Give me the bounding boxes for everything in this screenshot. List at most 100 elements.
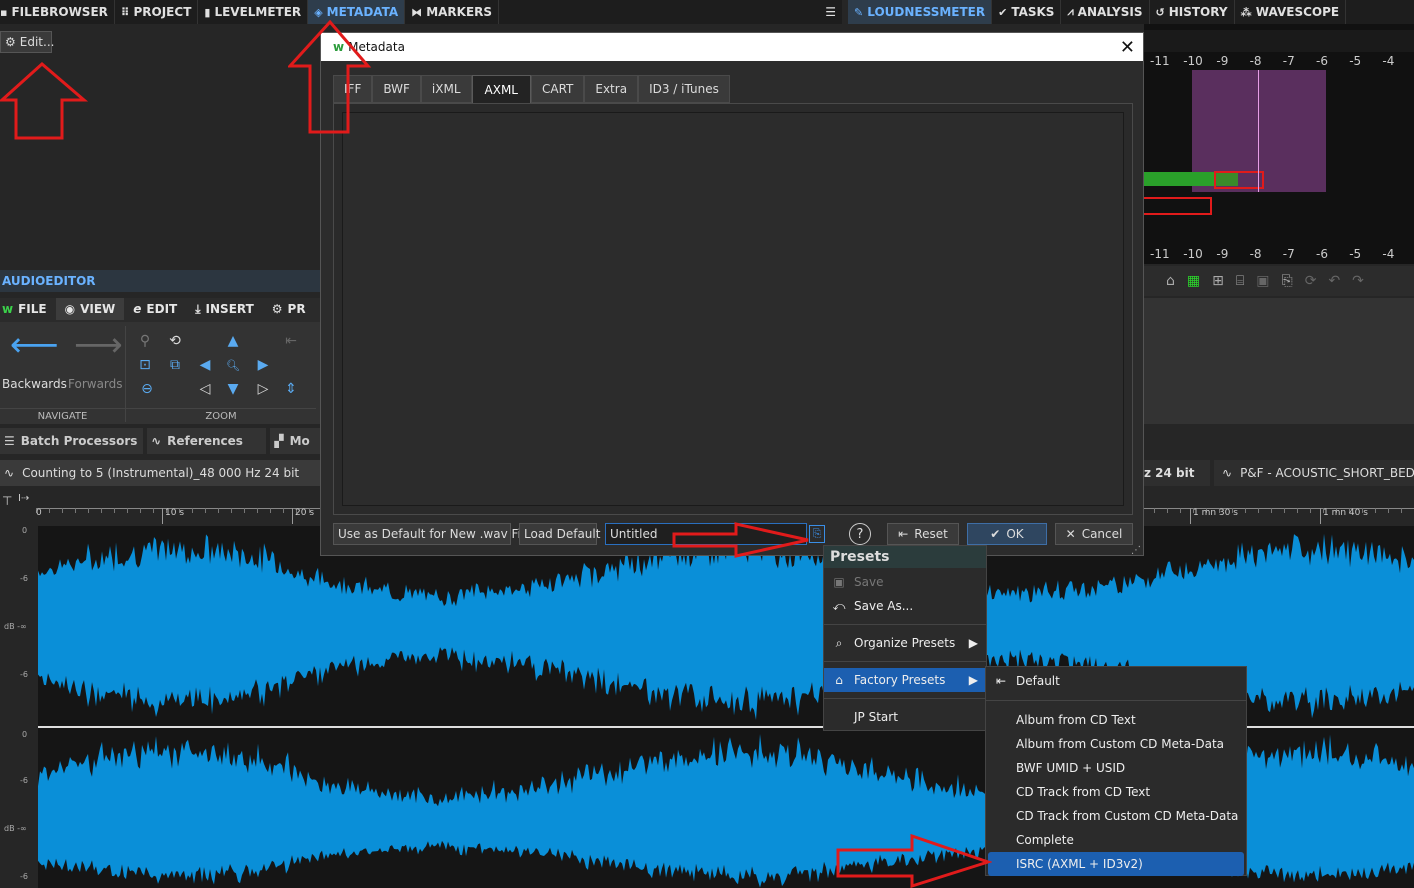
grid-icon[interactable]: ▦ — [1187, 273, 1200, 289]
backwards-arrow-icon[interactable]: ⟵ — [10, 328, 59, 362]
meter-scale-label: -11 — [1150, 247, 1170, 261]
metadata-dialog: w Metadata ✕ IFF BWF iXML AXML CART Extr… — [320, 32, 1144, 556]
menu-item-factory-presets[interactable]: ⌂ Factory Presets ▶ — [824, 668, 986, 692]
undo-icon[interactable]: ↶ — [1328, 273, 1340, 289]
cursor-tool-icon[interactable]: ⊤ — [2, 494, 12, 508]
db-label: -6 — [20, 574, 28, 583]
top-tab-bar-right: ✎ LOUDNESSMETER ✔ TASKS ⩘ ANALYSIS ↺ HISTORY… — [848, 0, 1414, 24]
export-icon[interactable]: ⎘ — [1282, 273, 1293, 289]
menu-item-save-as[interactable]: ⤺ Save As... — [824, 594, 986, 618]
zoom-group-label: ZOOM — [126, 408, 316, 424]
meter-scale-label: -7 — [1282, 247, 1295, 261]
cancel-button[interactable]: ✕ Cancel — [1055, 523, 1133, 545]
zoom-out-horizontal-icon[interactable]: ▷ — [254, 380, 272, 398]
save-icon[interactable]: ▣ — [1256, 273, 1269, 289]
close-icon[interactable]: ✕ — [1120, 37, 1135, 58]
add-icon[interactable]: ⊞ — [1212, 273, 1224, 289]
file-tab-third[interactable]: ∿ P&F - ACOUSTIC_SHORT_BED_ — [1214, 460, 1414, 486]
backwards-label[interactable]: Backwards — [2, 377, 67, 391]
meter-scale-label: -5 — [1349, 54, 1362, 68]
tab-batch-processors[interactable]: ☰ Batch Processors — [0, 428, 144, 454]
tab-analysis[interactable]: ⩘ ANALYSIS — [1061, 0, 1150, 24]
menu-item-cd-track-cd-text[interactable]: CD Track from CD Text — [986, 780, 1246, 804]
menu-item-bwf-umid-usid[interactable]: BWF UMID + USID — [986, 756, 1246, 780]
menu-item-isrc[interactable]: ISRC (AXML + ID3v2) — [988, 852, 1244, 876]
tab-cart[interactable]: CART — [530, 75, 585, 103]
menu-item-complete[interactable]: Complete — [986, 828, 1246, 852]
forwards-arrow-icon[interactable]: ⟶ — [74, 328, 123, 362]
tab-filebrowser[interactable]: ▪ FILEBROWSER — [0, 0, 115, 24]
zoom-reset-icon[interactable]: ⟲ — [166, 332, 184, 350]
tab-ixml[interactable]: iXML — [420, 75, 472, 103]
resize-grip-icon[interactable]: ⋰ — [1131, 545, 1141, 556]
go-start-icon[interactable]: ⇤ — [282, 332, 300, 350]
ribbon-tab-view[interactable]: ◉ VIEW — [55, 298, 125, 320]
help-icon[interactable]: ? — [849, 523, 871, 545]
organize-icon: ⌕ — [835, 635, 843, 650]
snap-icon[interactable]: I⇢ — [18, 493, 29, 504]
zoom-fit-icon[interactable]: ⊡ — [136, 356, 154, 374]
tab-history[interactable]: ↺ HISTORY — [1150, 0, 1235, 24]
scroll-right-icon[interactable]: ▶ — [254, 356, 272, 374]
refresh-icon[interactable]: ⟳ — [1305, 273, 1317, 289]
tab-axml[interactable]: AXML — [471, 75, 531, 103]
tab-wavescope[interactable]: ⁂ WAVESCOPE — [1235, 0, 1347, 24]
db-label: -6 — [20, 670, 28, 679]
meter-scale-label: -9 — [1216, 247, 1229, 261]
menu-item-organize-presets[interactable]: ⌕ Organize Presets ▶ — [824, 631, 986, 655]
tab-extra[interactable]: Extra — [584, 75, 639, 103]
save-icon: ▣ — [833, 575, 845, 589]
ruler-label: 20 s — [292, 508, 314, 524]
history-icon: ↺ — [1155, 5, 1165, 19]
menu-item-album-cd-text[interactable]: Album from CD Text — [986, 708, 1246, 732]
redo-icon[interactable]: ↷ — [1352, 273, 1364, 289]
meter-scale-label: -6 — [1316, 247, 1328, 261]
meter-scale-label: -8 — [1249, 247, 1262, 261]
file-tab-second[interactable]: z 24 bit — [1144, 460, 1210, 486]
zoom-magnifier-icon[interactable]: 🔍︎ — [224, 356, 242, 374]
wave-icon: ∿ — [4, 466, 15, 480]
zoom-selection-icon[interactable]: ⧉ — [166, 356, 184, 374]
db-label: 0 — [22, 526, 28, 535]
menu-item-jp-start[interactable]: JP Start — [824, 705, 986, 729]
tab-tasks[interactable]: ✔ TASKS — [992, 0, 1062, 24]
edit-button[interactable]: ⚙ Edit... — [0, 31, 54, 53]
meter-scale-label: -10 — [1183, 54, 1203, 68]
tab-markers[interactable]: ⧓ MARKERS — [405, 0, 500, 24]
meter-scale-label: -9 — [1216, 54, 1229, 68]
tab-loudnessmeter[interactable]: ✎ LOUDNESSMETER — [848, 0, 993, 24]
factory-presets-menu: ⇤ Default Album from CD Text Album from C… — [985, 666, 1247, 876]
reset-button[interactable]: ⇤ Reset — [887, 523, 959, 545]
menu-item-cd-track-custom-cd[interactable]: CD Track from Custom CD Meta-Data — [986, 804, 1246, 828]
tab-id3-itunes[interactable]: ID3 / iTunes — [638, 75, 730, 103]
ribbon-tab-file[interactable]: w FILE — [0, 298, 56, 320]
menu-item-album-custom-cd[interactable]: Album from Custom CD Meta-Data — [986, 732, 1246, 756]
menu-item-save[interactable]: ▣ Save — [824, 570, 986, 594]
ribbon-tab-insert[interactable]: ⤓ INSERT — [186, 298, 263, 320]
menu-item-default[interactable]: ⇤ Default — [986, 669, 1246, 693]
tab-references[interactable]: ∿ References — [147, 428, 267, 454]
zoom-up-icon[interactable]: ▲ — [224, 332, 242, 350]
use-as-default-button[interactable]: Use as Default for New .wav Files — [333, 523, 538, 545]
zoom-down-icon[interactable]: ▼ — [224, 380, 242, 398]
home-icon[interactable]: ⌂ — [1166, 273, 1175, 289]
file-tab-active[interactable]: ∿ Counting to 5 (Instrumental)_48 000 Hz … — [0, 460, 330, 486]
ok-button[interactable]: ✔ OK — [967, 523, 1047, 545]
wave-icon: ∿ — [1222, 466, 1233, 480]
panel-menu-icon[interactable]: ☰ — [825, 5, 842, 19]
load-default-button[interactable]: Load Default — [519, 523, 600, 545]
db-label: -6 — [20, 776, 28, 785]
ribbon-tab-process[interactable]: ⚙ PR — [263, 298, 315, 320]
scroll-left-icon[interactable]: ◀ — [196, 356, 214, 374]
zoom-tool-icon[interactable]: ⚲ — [136, 332, 154, 350]
zoom-out-icon[interactable]: ⊖ — [138, 380, 156, 398]
zoom-in-horizontal-icon[interactable]: ◁ — [196, 380, 214, 398]
forwards-label[interactable]: Forwards — [68, 377, 123, 391]
zoom-vertical-icon[interactable]: ⇕ — [282, 380, 300, 398]
wavelab-icon: w — [2, 302, 14, 316]
ribbon-tab-edit[interactable]: e EDIT — [124, 298, 186, 320]
tab-bwf[interactable]: BWF — [372, 75, 421, 103]
loudness-bar — [1144, 172, 1214, 186]
open-folder-icon[interactable]: ⌸ — [1236, 273, 1244, 289]
tab-project[interactable]: ⠿ PROJECT — [115, 0, 199, 24]
